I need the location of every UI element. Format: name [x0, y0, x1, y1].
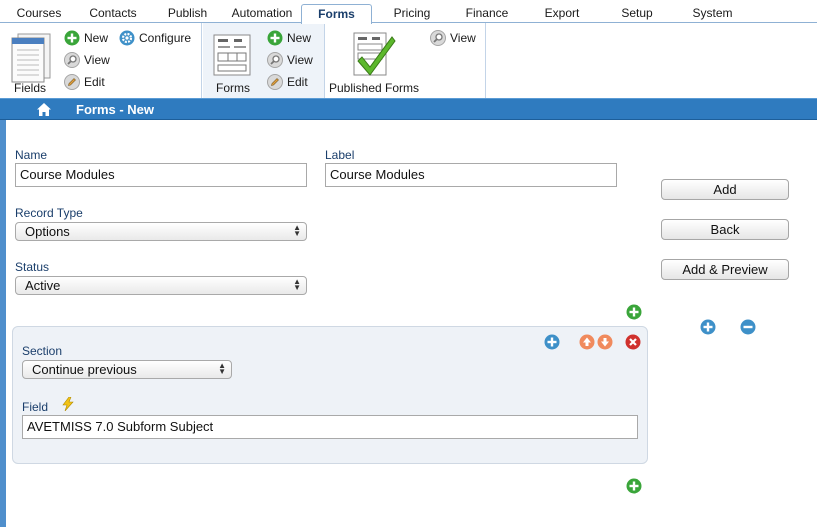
section-select[interactable]: Continue previous ▲ ▼: [22, 360, 232, 379]
fields-new-button[interactable]: New: [64, 29, 108, 47]
magnifier-icon: [64, 52, 80, 68]
tab-forms[interactable]: Forms: [301, 4, 372, 24]
page-title-bar: Forms - New: [0, 98, 817, 120]
tab-pricing[interactable]: Pricing: [390, 4, 434, 23]
section-value: Continue previous: [32, 362, 137, 377]
section-panel: Section Continue previous ▲ ▼ Field AVETM…: [12, 326, 648, 464]
forms-view-button[interactable]: View: [267, 51, 313, 69]
status-value: Active: [25, 278, 61, 293]
tab-setup[interactable]: Setup: [619, 4, 655, 23]
top-tab-bar: Courses Contacts Publish Automation Form…: [0, 0, 817, 24]
tab-automation[interactable]: Automation: [229, 4, 295, 23]
add-preview-button[interactable]: Add & Preview: [661, 259, 789, 280]
fields-edit-label: Edit: [84, 75, 105, 89]
lightning-icon[interactable]: [62, 397, 74, 411]
section-label: Section: [22, 344, 63, 358]
fields-edit-button[interactable]: Edit: [64, 73, 105, 91]
ribbon-group-forms: Forms New View Edit: [203, 23, 325, 98]
forms-edit-label: Edit: [287, 75, 308, 89]
forms-label: Forms: [216, 81, 250, 95]
tab-courses[interactable]: Courses: [14, 4, 64, 23]
tab-export[interactable]: Export: [542, 4, 582, 23]
tab-publish[interactable]: Publish: [165, 4, 210, 23]
tab-finance[interactable]: Finance: [462, 4, 512, 23]
record-type-label: Record Type: [15, 206, 83, 220]
forms-new-button[interactable]: New: [267, 29, 311, 47]
magnifier-icon: [430, 30, 446, 46]
field-label: Field: [22, 400, 49, 414]
back-button[interactable]: Back: [661, 219, 789, 240]
ribbon-toolbar: Fields New Configure View Edit Forms New…: [0, 23, 817, 98]
select-arrows-icon: ▲ ▼: [293, 223, 301, 238]
move-down-icon[interactable]: [597, 334, 613, 350]
page-title: Forms - New: [76, 102, 155, 117]
plus-icon: [64, 30, 80, 46]
pencil-icon: [64, 74, 80, 90]
name-label: Name: [15, 148, 48, 162]
plus-icon: [267, 30, 283, 46]
expand-plus-icon[interactable]: [700, 319, 716, 335]
move-up-icon[interactable]: [579, 334, 595, 350]
fields-configure-button[interactable]: Configure: [119, 29, 191, 47]
forms-document-icon[interactable]: [212, 33, 252, 77]
left-rail: [0, 120, 6, 527]
record-type-value: Options: [25, 224, 70, 239]
fields-document-icon[interactable]: [8, 32, 54, 84]
select-arrows-icon: ▲ ▼: [218, 361, 226, 376]
fields-view-label: View: [84, 53, 110, 67]
status-select[interactable]: Active ▲ ▼: [15, 276, 307, 295]
add-field-plus-icon[interactable]: [544, 334, 560, 350]
name-input[interactable]: Course Modules: [15, 163, 307, 187]
delete-section-icon[interactable]: [625, 334, 641, 350]
add-section-below-icon[interactable]: [626, 478, 642, 494]
published-forms-label: Published Forms: [329, 81, 420, 95]
fields-view-button[interactable]: View: [64, 51, 110, 69]
add-button[interactable]: Add: [661, 179, 789, 200]
published-forms-view-button[interactable]: View: [430, 29, 476, 47]
forms-view-label: View: [287, 53, 313, 67]
forms-edit-button[interactable]: Edit: [267, 73, 308, 91]
fields-configure-label: Configure: [139, 31, 192, 45]
published-forms-check-icon[interactable]: [348, 31, 398, 79]
collapse-minus-icon[interactable]: [740, 319, 756, 335]
ribbon-group-fields: Fields New Configure View Edit: [0, 23, 202, 98]
tab-contacts[interactable]: Contacts: [86, 4, 140, 23]
label-input[interactable]: Course Modules: [325, 163, 617, 187]
select-arrows-icon: ▲ ▼: [293, 277, 301, 292]
forms-new-label: New: [287, 31, 312, 45]
add-section-above-icon[interactable]: [626, 304, 642, 320]
tab-system[interactable]: System: [690, 4, 735, 23]
record-type-select[interactable]: Options ▲ ▼: [15, 222, 307, 241]
magnifier-icon: [267, 52, 283, 68]
fields-new-label: New: [84, 31, 109, 45]
status-label: Status: [15, 260, 50, 274]
label-label: Label: [325, 148, 355, 162]
published-forms-view-label: View: [450, 31, 476, 45]
fields-label: Fields: [14, 81, 47, 95]
home-icon[interactable]: [36, 102, 52, 117]
pencil-icon: [267, 74, 283, 90]
ribbon-group-published-forms: Published Forms View: [326, 23, 486, 98]
gear-icon: [119, 30, 135, 46]
field-input[interactable]: AVETMISS 7.0 Subform Subject: [22, 415, 638, 439]
